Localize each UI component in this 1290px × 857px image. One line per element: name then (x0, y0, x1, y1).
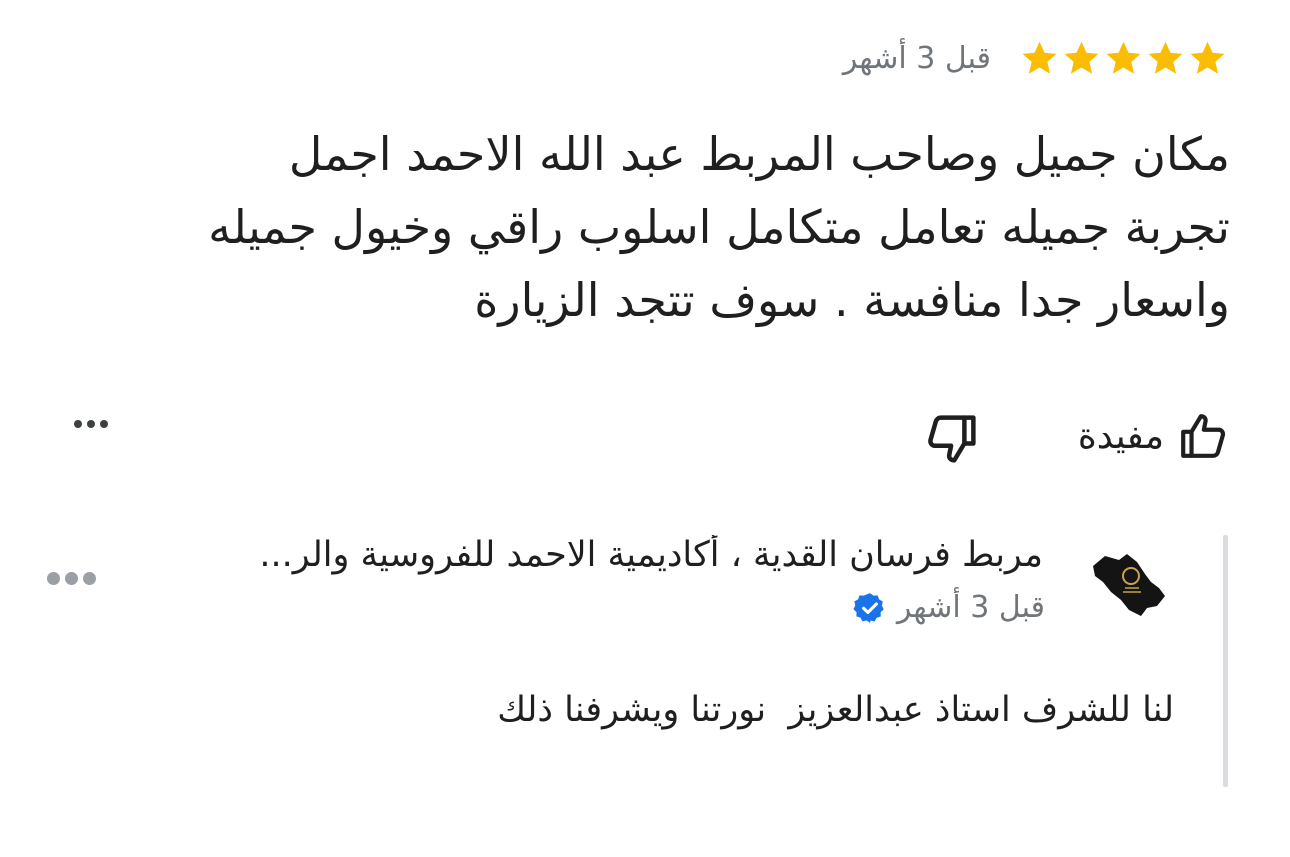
verified-badge-icon (853, 591, 887, 625)
owner-reply-text: لنا للشرف استاذ عبدالعزيز نورتنا ويشرفنا… (497, 690, 1174, 730)
review-time: قبل 3 أشهر (842, 41, 991, 76)
more-horizontal-icon (74, 420, 108, 428)
review-text: مكان جميل وصاحب المربط عبد الله الاحمد ا… (150, 118, 1230, 337)
more-horizontal-icon (47, 572, 96, 585)
not-helpful-button[interactable] (925, 412, 979, 466)
review-text-line: مكان جميل وصاحب المربط عبد الله الاحمد ا… (288, 127, 1230, 181)
review-text-line: تجربة جميله تعامل متكامل اسلوب راقي وخيو… (208, 200, 1230, 254)
thumb-down-icon (925, 412, 979, 466)
star-icon (1103, 38, 1144, 79)
star-icon (1061, 38, 1102, 79)
review-rating-row: قبل 3 أشهر (843, 38, 1228, 79)
star-icon (1145, 38, 1186, 79)
review-text-line: واسعار جدا منافسة . سوف تتجد الزيارة (474, 273, 1230, 327)
review-actions: مفيدة (0, 404, 1290, 474)
reply-divider (1223, 535, 1228, 787)
owner-logo-map-icon (1093, 554, 1165, 616)
star-icon (1187, 38, 1228, 79)
owner-name[interactable]: مربط فرسان القدية ، أكاديمية الاحمد للفر… (143, 535, 1043, 575)
review-more-button[interactable] (74, 420, 108, 428)
star-icon (1019, 38, 1060, 79)
owner-reply-meta: قبل 3 أشهر (853, 590, 1045, 625)
star-rating (1019, 38, 1228, 79)
owner-avatar[interactable] (1085, 548, 1169, 622)
thumb-up-icon (1178, 411, 1228, 461)
owner-reply-time: قبل 3 أشهر (896, 590, 1045, 625)
reply-more-button[interactable] (47, 572, 96, 585)
helpful-button[interactable]: مفيدة (1078, 404, 1228, 468)
helpful-label: مفيدة (1077, 415, 1164, 457)
